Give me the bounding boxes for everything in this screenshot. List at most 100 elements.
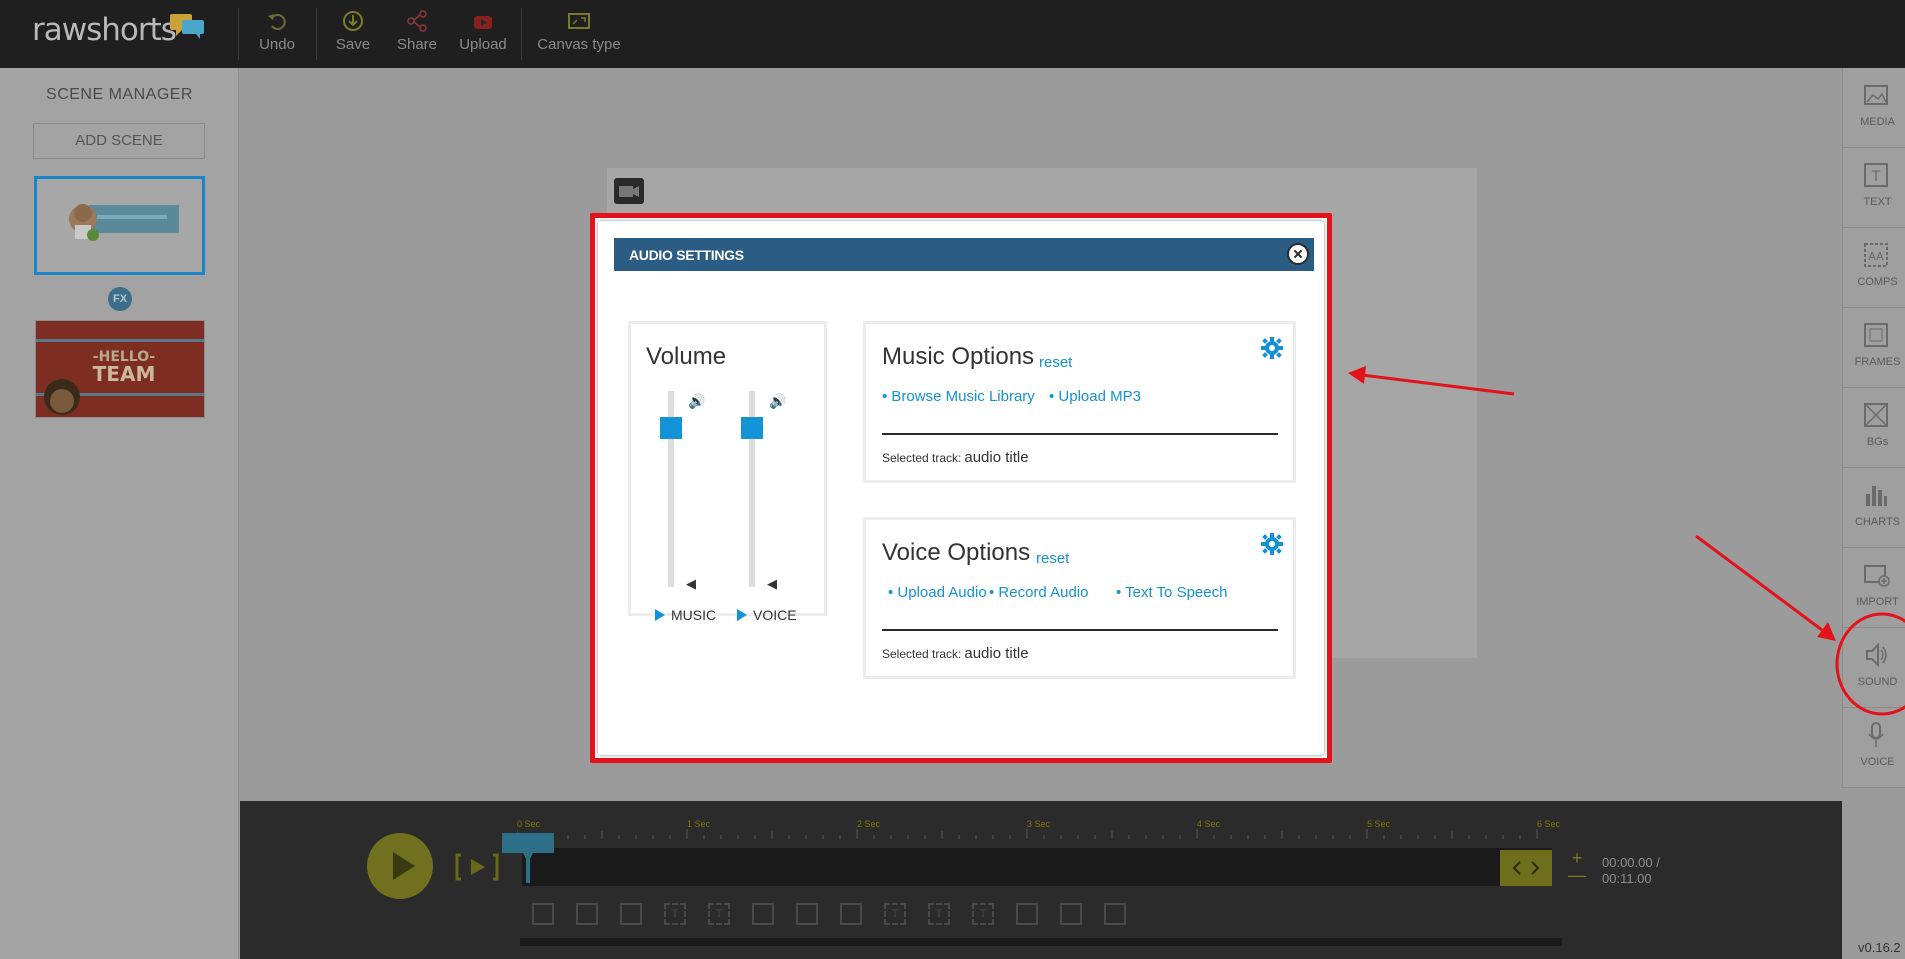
sidebar-item-charts[interactable]: CHARTS <box>1843 468 1905 548</box>
share-button[interactable]: Share <box>396 10 438 58</box>
volume-title: Volume <box>646 343 727 370</box>
time-total: 00:11.00 <box>1602 871 1652 886</box>
svg-text:TEAM: TEAM <box>93 362 156 386</box>
layer-item-icon[interactable] <box>752 903 774 925</box>
gear-icon[interactable] <box>1261 533 1283 555</box>
sidebar-item-label: SOUND <box>1857 676 1898 688</box>
timeline-track[interactable] <box>522 848 1552 886</box>
sidebar-item-sound[interactable]: SOUND <box>1843 628 1905 708</box>
voice-volume-handle[interactable] <box>741 417 763 440</box>
app-logo[interactable]: rawshorts <box>32 12 177 48</box>
text-to-speech-link[interactable]: • Text To Speech <box>1116 584 1227 601</box>
scene-fx-button[interactable]: FX <box>108 287 132 311</box>
close-icon[interactable] <box>1287 243 1309 265</box>
svg-text:T: T <box>1871 169 1881 185</box>
modal-header: AUDIO SETTINGS <box>614 238 1314 271</box>
voice-channel-toggle[interactable]: VOICE <box>737 607 797 623</box>
sidebar-item-voice[interactable]: VOICE <box>1843 708 1905 788</box>
layer-item-icon[interactable] <box>1104 903 1126 925</box>
add-scene-button[interactable]: ADD SCENE <box>33 123 205 159</box>
upload-mp3-link[interactable]: • Upload MP3 <box>1049 388 1141 405</box>
volume-down-icon: ◀ <box>767 576 777 591</box>
toolbar-divider <box>238 8 239 60</box>
layer-text-icon[interactable]: T <box>708 903 730 925</box>
play-scene-button[interactable] <box>455 852 499 882</box>
sidebar-item-bgs[interactable]: BGs <box>1843 388 1905 468</box>
browse-music-library-link[interactable]: • Browse Music Library <box>882 388 1035 405</box>
layer-item-icon[interactable] <box>1016 903 1038 925</box>
undo-icon <box>268 14 286 30</box>
share-label: Share <box>396 36 438 53</box>
canvas-type-button[interactable]: Canvas type <box>536 10 622 58</box>
volume-panel: Volume 🔊 ◀ 🔊 ◀ MUSIC VOICE <box>628 321 827 623</box>
timeline-ruler[interactable]: 0 Sec 1 Sec 2 Sec 3 Sec 4 Sec 5 Sec 6 Se… <box>517 819 1800 839</box>
sidebar-item-label: VOICE <box>1860 756 1895 768</box>
timeline-scrollbar[interactable] <box>520 938 1562 946</box>
timeline-zoom-control[interactable]: + — <box>1566 849 1588 886</box>
scene-manager-panel: SCENE MANAGER ADD SCENE FX -HELLO- TEAM <box>0 68 239 959</box>
layer-item-icon[interactable] <box>840 903 862 925</box>
record-audio-link[interactable]: • Record Audio <box>989 584 1088 601</box>
music-reset-link[interactable]: reset <box>1039 354 1072 371</box>
toolbar-divider <box>521 8 522 60</box>
sidebar-item-comps[interactable]: AA COMPS <box>1843 228 1905 308</box>
upload-button[interactable]: Upload <box>456 10 510 58</box>
upload-audio-link[interactable]: • Upload Audio <box>888 584 987 601</box>
music-volume-handle[interactable] <box>660 417 682 440</box>
music-channel-toggle[interactable]: MUSIC <box>655 607 716 623</box>
sidebar-item-import[interactable]: IMPORT <box>1843 548 1905 628</box>
layer-item-icon[interactable] <box>532 903 554 925</box>
layer-text-icon[interactable]: T <box>884 903 906 925</box>
svg-text:AA: AA <box>1868 250 1884 263</box>
timeline-playhead[interactable] <box>502 833 554 883</box>
audio-settings-modal: AUDIO SETTINGS Volume 🔊 ◀ 🔊 ◀ MUSIC VOIC… <box>590 213 1332 763</box>
canvas-icon <box>568 13 590 29</box>
divider <box>882 433 1278 435</box>
image-icon <box>1864 85 1888 105</box>
play-button[interactable] <box>367 833 433 899</box>
camera-icon[interactable] <box>614 178 644 204</box>
voice-reset-link[interactable]: reset <box>1036 550 1069 567</box>
layer-item-icon[interactable] <box>620 903 642 925</box>
chart-icon <box>1866 486 1887 506</box>
zoom-out-button[interactable]: — <box>1566 866 1588 884</box>
layer-text-icon[interactable]: T <box>664 903 686 925</box>
timeline-time-display: 00:00.00 / 00:11.00 <box>1602 855 1660 887</box>
layer-item-icon[interactable] <box>796 903 818 925</box>
volume-up-icon: 🔊 <box>688 393 706 409</box>
voice-options-title: Voice Options <box>882 539 1031 566</box>
sidebar-item-label: IMPORT <box>1856 596 1899 608</box>
modal-title: AUDIO SETTINGS <box>629 247 744 263</box>
speaker-icon <box>1866 642 1887 668</box>
volume-up-icon: 🔊 <box>769 393 787 409</box>
play-icon <box>737 609 747 621</box>
sidebar-item-label: CHARTS <box>1854 516 1901 528</box>
time-current: 00:00.00 / <box>1602 855 1660 870</box>
layer-text-icon[interactable]: T <box>928 903 950 925</box>
scene-thumbnail-1[interactable] <box>34 176 205 275</box>
right-sidebar: MEDIA T TEXT AA COMPS FRAMES BGs CHARTS … <box>1842 68 1905 788</box>
selected-track-label: Selected track: <box>882 451 962 465</box>
comps-icon: AA <box>1864 243 1888 267</box>
scene-thumbnail-2[interactable]: -HELLO- TEAM <box>35 320 205 418</box>
timeline-nav-arrows[interactable] <box>1500 850 1552 886</box>
save-button[interactable]: Save <box>333 10 373 58</box>
share-icon <box>407 10 427 32</box>
timeline-ticks <box>517 829 1538 839</box>
layer-item-icon[interactable] <box>1060 903 1082 925</box>
layer-text-icon[interactable]: T <box>972 903 994 925</box>
layer-item-icon[interactable] <box>576 903 598 925</box>
undo-button[interactable]: Undo <box>255 10 299 58</box>
annotation-arrow <box>1695 534 1836 641</box>
voice-selected-track: Selected track: audio title <box>882 645 1029 662</box>
microphone-icon <box>1868 722 1884 747</box>
sidebar-item-text[interactable]: T TEXT <box>1843 148 1905 228</box>
gear-icon[interactable] <box>1261 337 1283 359</box>
selected-track-value: audio title <box>964 449 1029 466</box>
logo-chat-bubble-icon <box>170 14 204 39</box>
frame-icon <box>1864 323 1888 347</box>
sidebar-item-label: MEDIA <box>1860 116 1895 128</box>
play-scene-icon <box>455 853 499 881</box>
sidebar-item-frames[interactable]: FRAMES <box>1843 308 1905 388</box>
sidebar-item-media[interactable]: MEDIA <box>1843 68 1905 148</box>
